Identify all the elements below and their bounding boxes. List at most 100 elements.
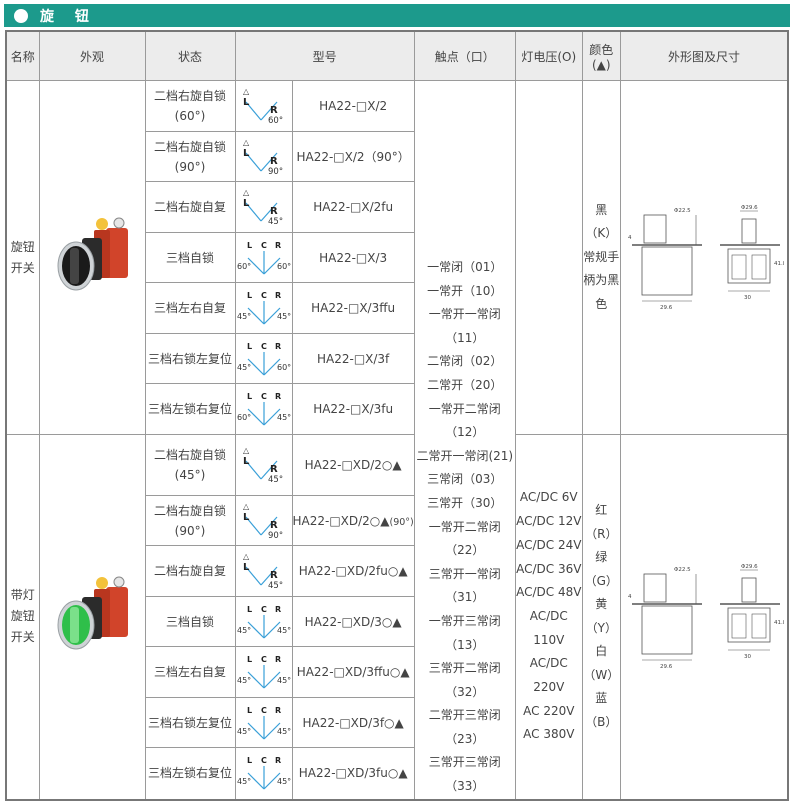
voltage-option: AC/DC 220V (529, 656, 568, 695)
label-r: R (270, 156, 278, 167)
header-dims: 外形图及尺寸 (619, 30, 789, 81)
dimension-label: 4 (628, 235, 632, 241)
color-text-line: 柄为黑 (583, 273, 620, 288)
contact-outline (731, 254, 747, 279)
label-l: L (247, 342, 252, 351)
dimension-label: Φ29.6 (741, 564, 758, 570)
model-number: HA22-□X/3f (316, 351, 390, 366)
knob-side-outline (643, 214, 667, 243)
color-text-line: 常规手 (583, 249, 620, 264)
right-angle-label: 60° (277, 363, 291, 372)
diagram-cell: △ L R 60° (234, 80, 293, 132)
contact-option: 一常开（10） (427, 283, 503, 298)
header-contacts: 触点（口） (413, 30, 516, 81)
state-cell: 三档自锁 (144, 596, 236, 648)
product-name-line: 开关 (10, 630, 35, 645)
label-l: L (247, 291, 252, 300)
position-diagram: L C R 45° 60° (237, 342, 291, 375)
color-text-line: 色 (595, 296, 608, 311)
diagram-cell: L C R 45° 45° (234, 747, 293, 801)
label-r: R (275, 756, 281, 765)
diagram-cell: L C R 45° 60° (234, 333, 293, 384)
label-c: C (261, 392, 267, 401)
label-c: C (261, 706, 267, 715)
color-cell: 红（R） 绿（G） 黄（Y） 白（W） 蓝（B） (581, 433, 621, 801)
label-c: C (261, 241, 267, 250)
contact-outline (751, 254, 767, 279)
state-cell: 二档右旋自复 (144, 181, 236, 233)
appearance-cell (38, 433, 146, 801)
right-angle-label: 45° (277, 777, 291, 786)
label-r: R (270, 570, 278, 581)
pointer-icon: △ (243, 138, 250, 147)
angle-label: 45° (268, 581, 283, 591)
model-cell: HA22-□X/3ffu (291, 282, 415, 334)
right-angle-label: 45° (277, 727, 291, 736)
state-text-line: 三档左右自复 (153, 301, 226, 315)
label-l: L (243, 198, 250, 209)
state-cell: 二档右旋自锁 (60°) (144, 80, 236, 132)
contact-option: 二常开三常闭（23） (428, 708, 501, 746)
contact-option: 二常开（20） (427, 377, 503, 392)
model-cell: HA22-□XD/2○▲(90°) (291, 495, 415, 547)
color-option: 黄（Y） (585, 597, 617, 635)
diagram-cell: △ L R 45° (234, 181, 293, 233)
position-diagram: △L R45° (243, 188, 283, 227)
state-cell: 二档右旋自锁 (90°) (144, 495, 236, 547)
label-r: R (275, 342, 281, 351)
color-text-line: 黑（K） (585, 202, 618, 241)
dimension-label: Φ22.5 (674, 208, 691, 214)
label-c: C (261, 605, 267, 614)
label-r: R (275, 241, 281, 250)
model-number: HA22-□X/2（90°） (296, 150, 410, 164)
state-cell: 三档右锁左复位 (144, 333, 236, 384)
model-cell: HA22-□X/2fu (291, 181, 415, 233)
dimension-cell: Φ29.6 Φ22.5 41.8 29.6 30 4 (619, 433, 789, 801)
label-l: L (243, 148, 250, 159)
left-angle-label: 45° (237, 312, 251, 321)
rotary-switch-image (57, 217, 128, 291)
label-r: R (270, 464, 278, 475)
header-state: 状态 (144, 30, 236, 81)
model-cell: HA22-□XD/2○▲ (291, 433, 415, 497)
dimension-label: 30 (744, 654, 751, 660)
position-diagram: L C R 60° 45° (237, 392, 291, 426)
model-number: HA22-□XD/2fu○▲ (298, 564, 408, 579)
model-cell: HA22-□XD/3ffu○▲ (291, 646, 415, 699)
model-cell: HA22-□XD/3fu○▲ (291, 747, 415, 801)
dimension-label: Φ22.5 (674, 567, 691, 573)
right-angle-label: 60° (277, 262, 291, 271)
model-number: HA22-□XD/2○▲ (304, 458, 402, 473)
state-text-line: 三档左右自复 (153, 665, 226, 680)
contact-option: 三常开二常闭（32） (428, 661, 501, 699)
voltage-option: AC/DC 110V (529, 608, 568, 647)
pointer-icon: △ (243, 188, 250, 197)
left-angle-label: 45° (237, 727, 251, 736)
knob-front-outline (741, 577, 757, 603)
label-r: R (275, 392, 281, 401)
voltage-cell: AC/DC 6V AC/DC 12V AC/DC 24V AC/DC 36V AC/DC… (514, 433, 583, 801)
spec-table: 名称 外观 状态 型号 触点（口） 灯电压(O) 颜色 (▲) 外形图及尺寸 旋… (5, 30, 790, 801)
header-voltage: 灯电压(O) (514, 30, 583, 81)
knob-handle-shape (70, 248, 79, 284)
body-side-outline (641, 605, 693, 655)
state-text-line: 二档右旋自复 (153, 564, 226, 579)
terminal-screw-shape (113, 576, 125, 588)
model-cell: HA22-□X/3fu (291, 383, 415, 435)
right-angle-label: 45° (277, 626, 291, 635)
terminal-screw-shape (113, 217, 125, 229)
state-text-line: 三档左锁右复位 (147, 766, 232, 781)
voltage-option: AC/DC 12V (516, 514, 582, 529)
product-name-line: 旋钮 (10, 609, 35, 624)
label-l: L (247, 655, 252, 664)
diagram-cell: L C R 45° 45° (234, 596, 293, 648)
position-diagram: △L R45° (243, 446, 283, 485)
state-text-line: 三档右锁左复位 (147, 351, 232, 366)
position-diagram: L C R 45° 45° (237, 605, 291, 639)
model-number: HA22-□X/3 (319, 250, 388, 265)
voltage-cell-empty (514, 80, 583, 435)
angle-label: 60° (268, 116, 283, 126)
product-name-line: 开关 (10, 260, 35, 275)
color-option: 蓝（B） (585, 691, 618, 729)
label-l: L (243, 456, 250, 467)
